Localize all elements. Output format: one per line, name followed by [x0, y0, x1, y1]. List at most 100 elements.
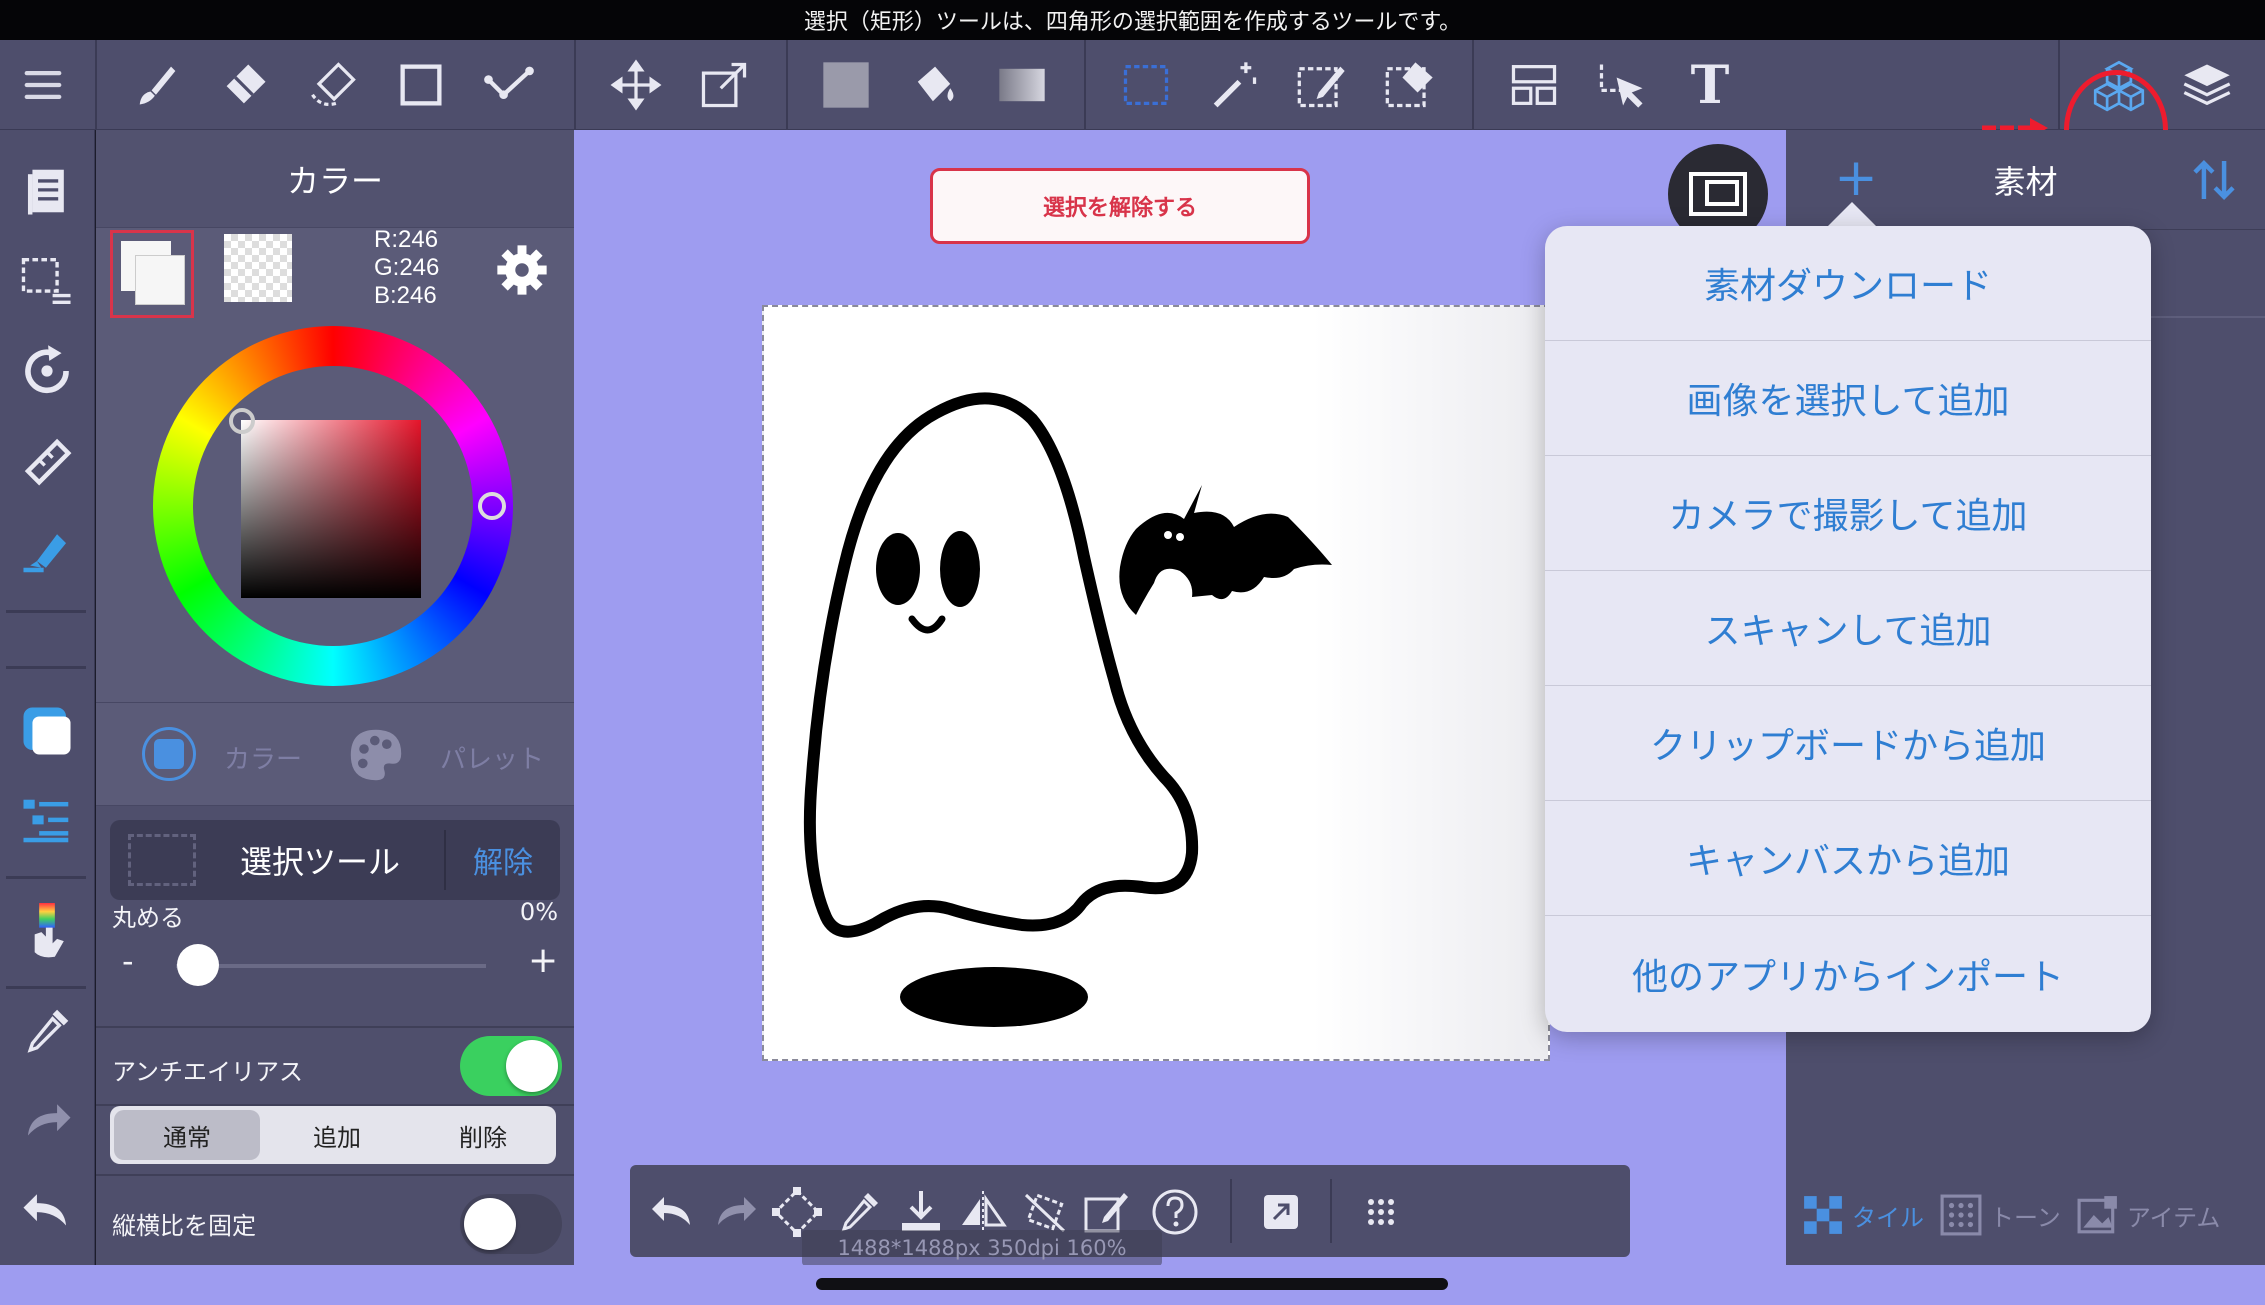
blur-icon[interactable]: [298, 50, 368, 120]
magic-wand-icon[interactable]: [1199, 50, 1269, 120]
undo-icon[interactable]: [642, 1181, 704, 1243]
fill-color-icon[interactable]: [811, 50, 881, 120]
material-add-menu: 素材ダウンロード 画像を選択して追加 カメラで撮影して追加 スキャンして追加 ク…: [1545, 226, 2151, 1032]
sort-icon[interactable]: [2186, 152, 2242, 208]
item-icon: [2077, 1196, 2117, 1234]
gear-icon[interactable]: [494, 242, 550, 298]
left-tool-rail: [0, 130, 95, 1265]
home-indicator[interactable]: [816, 1278, 1448, 1290]
menu-icon[interactable]: [8, 50, 78, 120]
text-icon[interactable]: T: [1675, 50, 1745, 120]
rgb-r: R:246: [374, 226, 439, 253]
menu-item-canvas[interactable]: キャンバスから追加: [1545, 801, 2151, 916]
rectangle-icon[interactable]: [386, 50, 456, 120]
release-button[interactable]: 解除: [446, 828, 560, 892]
menu-pointer: [1826, 202, 1878, 228]
tool-header: 選択ツール 解除: [110, 820, 560, 900]
selection-menu-icon[interactable]: [12, 246, 82, 316]
curve-icon[interactable]: [474, 50, 544, 120]
transform-icon[interactable]: [689, 50, 759, 120]
round-slider[interactable]: [176, 944, 486, 986]
select-layer-icon[interactable]: [1587, 50, 1657, 120]
menu-item-download[interactable]: 素材ダウンロード: [1545, 226, 2151, 341]
color-tab-icon[interactable]: [142, 727, 196, 781]
palette-tab-label[interactable]: パレット: [440, 739, 544, 776]
mode-add[interactable]: 追加: [264, 1106, 410, 1164]
tone-icon: [1940, 1194, 1982, 1236]
tooltip-bar: 選択（矩形）ツールは、四角形の選択範囲を作成するツールです。: [0, 0, 2265, 40]
redo-icon[interactable]: [704, 1181, 766, 1243]
aspect-toggle[interactable]: [460, 1194, 562, 1254]
move-icon[interactable]: [601, 50, 671, 120]
undo-icon[interactable]: [12, 1176, 82, 1246]
mode-delete[interactable]: 削除: [410, 1106, 556, 1164]
tool-name: 選択ツール: [239, 843, 400, 881]
round-label: 丸める: [112, 904, 184, 932]
color-mode-tabs: カラー パレット: [96, 702, 574, 806]
brush-list-icon[interactable]: [12, 786, 82, 856]
round-slider-knob[interactable]: [177, 944, 219, 986]
tab-tone[interactable]: トーン: [1940, 1194, 2061, 1236]
ruler-icon[interactable]: [12, 426, 82, 496]
page-manager-icon[interactable]: [12, 156, 82, 226]
round-value: 0%: [519, 898, 558, 926]
aspect-label: 縦横比を固定: [112, 1212, 256, 1240]
select-pen-icon[interactable]: [1287, 50, 1357, 120]
menu-item-import[interactable]: 他のアプリからインポート: [1545, 916, 2151, 1031]
color-tab-label[interactable]: カラー: [224, 739, 302, 776]
tile-icon: [1804, 1196, 1842, 1234]
round-minus-button[interactable]: -: [122, 942, 134, 980]
snap-pen-icon[interactable]: [12, 516, 82, 586]
ghost-illustration: [803, 392, 1332, 1027]
selection-mode-segment: 通常 追加 削除: [110, 1106, 556, 1164]
antialias-toggle[interactable]: [460, 1036, 562, 1096]
canvas-info-readout: 1488*1488px 350dpi 160%: [802, 1230, 1162, 1266]
tab-item-label: アイテム: [2126, 1203, 2221, 1232]
select-rect-icon: [128, 834, 196, 886]
rgb-b: B:246: [374, 282, 437, 309]
main-color-swatch[interactable]: [110, 230, 194, 318]
antialias-row: アンチエイリアス: [96, 1028, 574, 1106]
transparent-swatch[interactable]: [224, 234, 292, 302]
mode-normal[interactable]: 通常: [114, 1110, 260, 1160]
menu-item-scan[interactable]: スキャンして追加: [1545, 571, 2151, 686]
color-wheel[interactable]: [153, 326, 513, 686]
material-tabs: タイル トーン アイテム: [1786, 1175, 2265, 1255]
bucket-icon[interactable]: [899, 50, 969, 120]
tab-tone-label: トーン: [1990, 1203, 2061, 1232]
tooltip-text: 選択（矩形）ツールは、四角形の選択範囲を作成するツールです。: [803, 10, 1462, 35]
finger-color-icon[interactable]: [12, 896, 82, 966]
antialias-label: アンチエイリアス: [112, 1058, 304, 1086]
add-material-button[interactable]: +: [1826, 148, 1886, 208]
layers-icon[interactable]: [2172, 50, 2242, 120]
color-picker-handle[interactable]: [229, 408, 255, 434]
palette-icon[interactable]: [346, 725, 406, 785]
panel-title: カラー: [96, 130, 574, 228]
menu-item-select-image[interactable]: 画像を選択して追加: [1545, 341, 2151, 456]
more-grid-icon[interactable]: [1350, 1181, 1412, 1243]
color-panel-toggle-icon[interactable]: [12, 696, 82, 766]
deselect-button[interactable]: 選択を解除する: [930, 168, 1310, 244]
tab-tile-label: タイル: [1852, 1203, 1924, 1232]
round-plus-button[interactable]: +: [528, 940, 558, 981]
drawing-canvas[interactable]: [762, 305, 1550, 1061]
rotate-canvas-icon[interactable]: [12, 336, 82, 406]
tab-item[interactable]: アイテム: [2077, 1194, 2221, 1236]
main-toolbar: T: [0, 40, 2265, 190]
hue-handle[interactable]: [478, 492, 506, 520]
round-row: 丸める 0% - +: [96, 898, 574, 1028]
frame-divider-icon[interactable]: [1499, 50, 1569, 120]
brush-icon[interactable]: [122, 50, 192, 120]
tab-tile[interactable]: タイル: [1802, 1194, 1924, 1236]
saturation-square[interactable]: [241, 420, 421, 598]
select-rect-icon[interactable]: [1111, 50, 1181, 120]
share-icon[interactable]: [1250, 1181, 1312, 1243]
eyedropper-icon[interactable]: [12, 996, 82, 1066]
eraser-icon[interactable]: [210, 50, 280, 120]
rgb-g: G:246: [374, 254, 440, 281]
select-eraser-icon[interactable]: [1375, 50, 1445, 120]
redo-icon[interactable]: [12, 1086, 82, 1156]
menu-item-clipboard[interactable]: クリップボードから追加: [1545, 686, 2151, 801]
menu-item-camera[interactable]: カメラで撮影して追加: [1545, 456, 2151, 571]
gradient-icon[interactable]: [987, 50, 1057, 120]
